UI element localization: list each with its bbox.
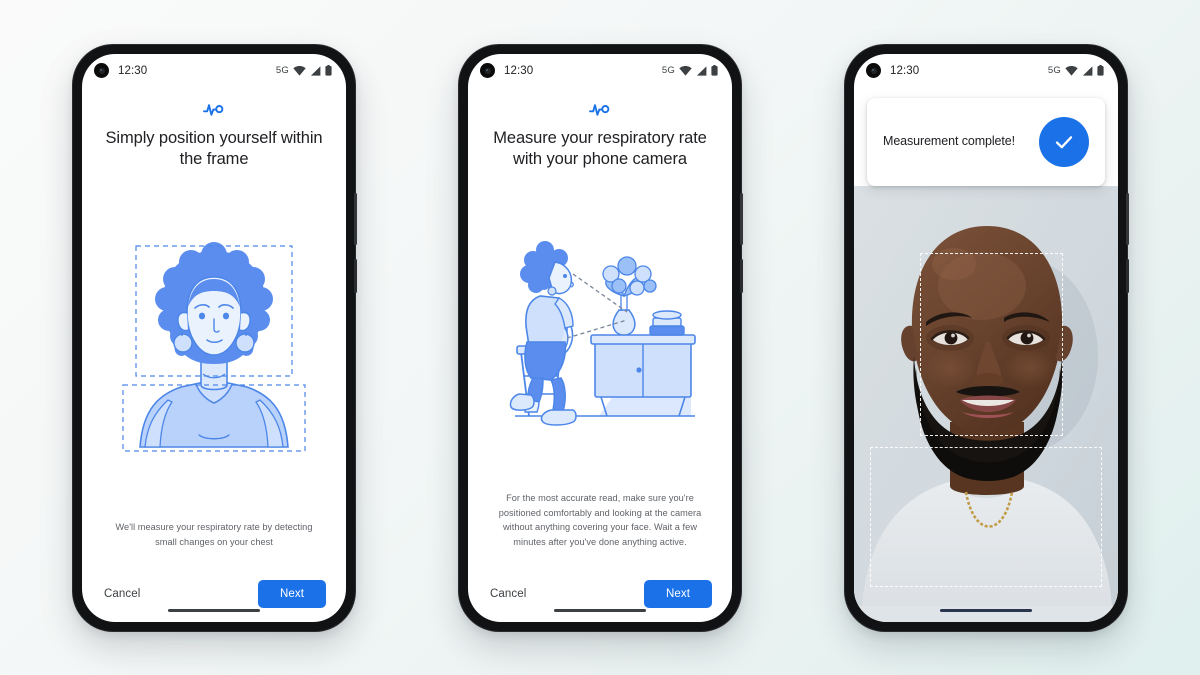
phone-device-1: 12:30 5G Simply position yourself within… xyxy=(73,44,357,631)
camera-punchhole-icon xyxy=(480,63,495,78)
action-bar-2: Cancel Next xyxy=(484,550,716,608)
phone-device-2: 12:30 5G Measure your respiratory rate w… xyxy=(459,44,743,631)
next-button[interactable]: Next xyxy=(257,579,326,608)
status-indicators: 5G xyxy=(1048,65,1104,76)
pulse-heartbeat-icon xyxy=(589,103,610,116)
cancel-button[interactable]: Cancel xyxy=(488,582,528,606)
measurement-complete-toast: Measurement complete! xyxy=(867,97,1105,186)
status-bar-1: 12:30 5G xyxy=(82,54,346,88)
home-indicator[interactable] xyxy=(168,608,260,612)
checkmark-icon xyxy=(1039,116,1089,167)
status-time: 12:30 xyxy=(118,64,148,77)
wifi-icon xyxy=(679,65,692,76)
cellular-signal-icon xyxy=(1082,65,1093,76)
face-tracking-box xyxy=(920,253,1063,437)
setup-scene-illustration-svg xyxy=(509,240,696,426)
home-indicator[interactable] xyxy=(940,608,1032,612)
battery-icon xyxy=(1097,65,1104,76)
action-bar-1: Cancel Next xyxy=(98,550,330,608)
illustration-person-in-frame xyxy=(98,170,330,520)
camera-punchhole-icon xyxy=(94,63,109,78)
chest-tracking-box xyxy=(869,447,1103,587)
phone-screen-3: 12:30 5G Measurement complete! xyxy=(854,53,1118,622)
phone-screen-1: 12:30 5G Simply position yourself within… xyxy=(82,53,346,622)
network-label: 5G xyxy=(1047,65,1061,76)
phone-screen-2: 12:30 5G Measure your respiratory rate w… xyxy=(468,53,732,622)
toast-message: Measurement complete! xyxy=(883,134,1015,149)
cancel-button[interactable]: Cancel xyxy=(102,582,142,606)
status-time: 12:30 xyxy=(890,64,920,77)
status-indicators: 5G xyxy=(662,65,718,76)
illustration-person-on-stool xyxy=(484,170,716,491)
pulse-heartbeat-icon xyxy=(203,103,224,116)
page-title: Measure your respiratory rate with your … xyxy=(493,128,707,168)
onboarding-page-1: Simply position yourself within the fram… xyxy=(82,88,346,622)
page-body-text: We'll measure your respiratory rate by d… xyxy=(115,522,313,547)
onboarding-page-2: Measure your respiratory rate with your … xyxy=(468,88,732,622)
wifi-icon xyxy=(1065,65,1078,76)
page-body-text: For the most accurate read, make sure yo… xyxy=(498,493,702,547)
next-button[interactable]: Next xyxy=(643,579,712,608)
camera-punchhole-icon xyxy=(866,63,881,78)
cellular-signal-icon xyxy=(696,65,707,76)
screenshot-stage: 12:30 5G Simply position yourself within… xyxy=(0,0,1200,675)
status-indicators: 5G xyxy=(276,65,332,76)
status-bar-3: 12:30 5G xyxy=(854,54,1118,88)
wifi-icon xyxy=(293,65,306,76)
camera-viewfinder[interactable] xyxy=(854,185,1118,622)
phone-device-3: 12:30 5G Measurement complete! xyxy=(845,44,1129,631)
network-label: 5G xyxy=(661,65,675,76)
network-label: 5G xyxy=(275,65,289,76)
status-bar-2: 12:30 5G xyxy=(468,54,732,88)
battery-icon xyxy=(711,65,718,76)
framing-guides-illustration-svg xyxy=(122,242,306,453)
battery-icon xyxy=(325,65,332,76)
home-indicator[interactable] xyxy=(554,608,646,612)
cellular-signal-icon xyxy=(310,65,321,76)
status-time: 12:30 xyxy=(504,64,534,77)
page-title: Simply position yourself within the fram… xyxy=(105,128,323,168)
